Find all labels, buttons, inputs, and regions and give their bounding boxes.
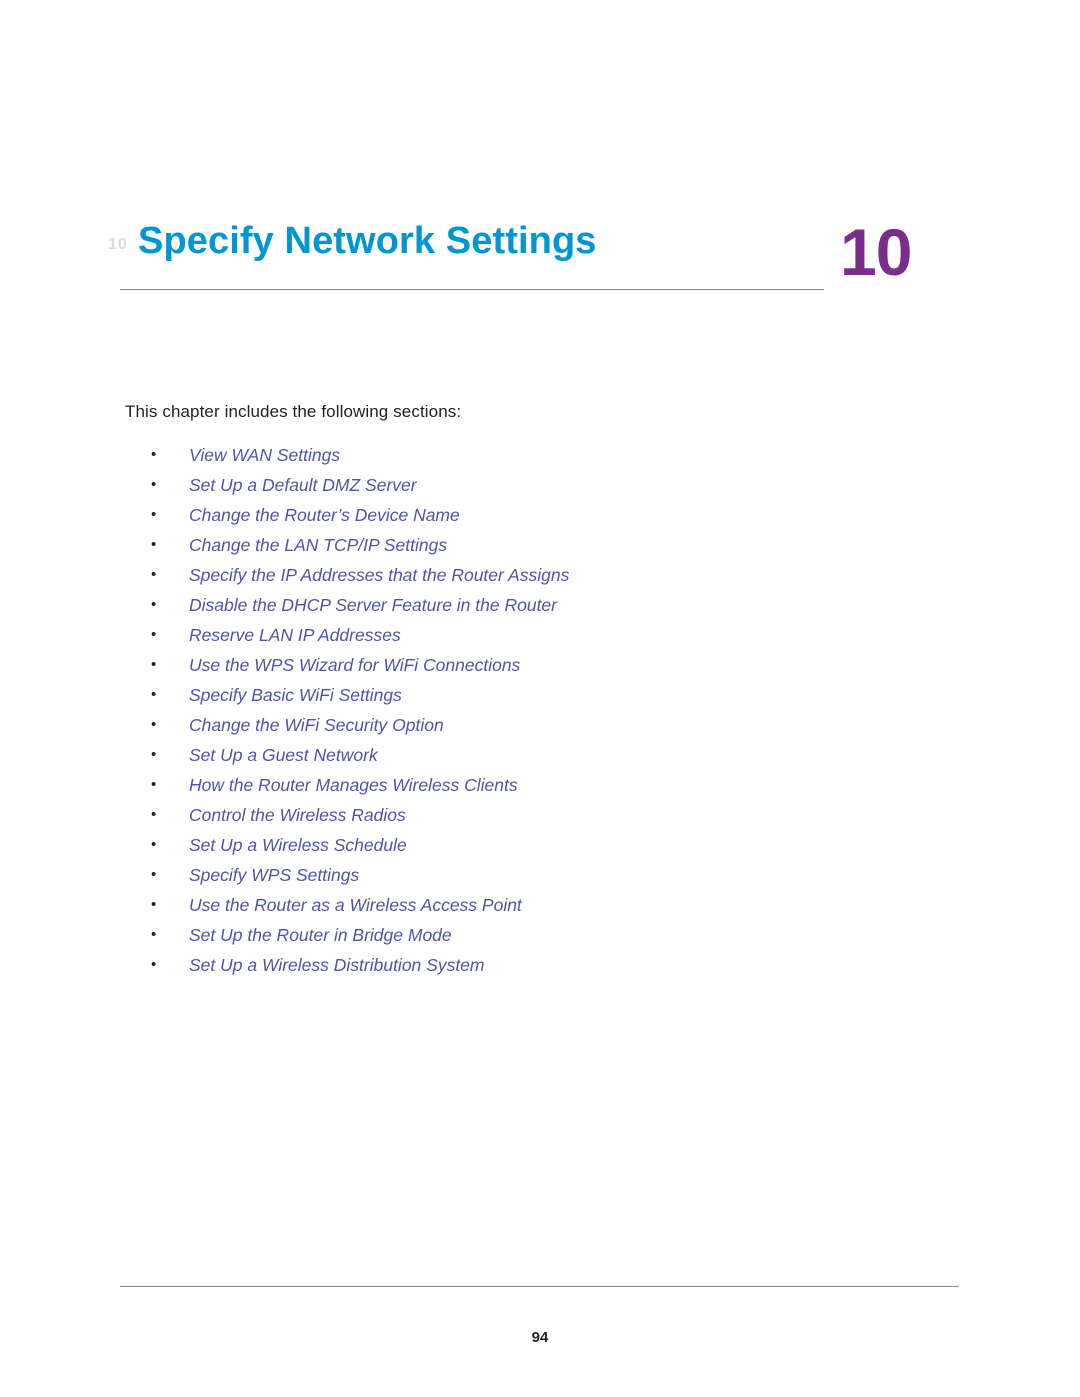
bullet-icon: • <box>151 926 157 943</box>
section-link[interactable]: Change the WiFi Security Option <box>189 715 444 735</box>
section-link[interactable]: Specify the IP Addresses that the Router… <box>189 565 569 585</box>
section-link-list: • View WAN Settings • Set Up a Default D… <box>125 440 925 980</box>
list-item[interactable]: • Set Up a Default DMZ Server <box>125 470 925 500</box>
list-item[interactable]: • Set Up a Wireless Schedule <box>125 830 925 860</box>
bullet-icon: • <box>151 686 157 703</box>
page-title: Specify Network Settings <box>138 220 597 262</box>
section-link[interactable]: Change the LAN TCP/IP Settings <box>189 535 447 555</box>
list-item[interactable]: • Specify the IP Addresses that the Rout… <box>125 560 925 590</box>
section-link[interactable]: How the Router Manages Wireless Clients <box>189 775 518 795</box>
bullet-icon: • <box>151 866 157 883</box>
section-link[interactable]: Set Up a Default DMZ Server <box>189 475 417 495</box>
list-item[interactable]: • Use the WPS Wizard for WiFi Connection… <box>125 650 925 680</box>
list-item[interactable]: • Specify WPS Settings <box>125 860 925 890</box>
bullet-icon: • <box>151 776 157 793</box>
bullet-icon: • <box>151 566 157 583</box>
list-item[interactable]: • Change the LAN TCP/IP Settings <box>125 530 925 560</box>
section-link[interactable]: Set Up a Wireless Distribution System <box>189 955 485 975</box>
intro-text: This chapter includes the following sect… <box>125 402 462 421</box>
section-link[interactable]: Control the Wireless Radios <box>189 805 406 825</box>
list-item[interactable]: • How the Router Manages Wireless Client… <box>125 770 925 800</box>
header-divider <box>120 289 824 290</box>
bullet-icon: • <box>151 896 157 913</box>
section-link[interactable]: Set Up the Router in Bridge Mode <box>189 925 452 945</box>
bullet-icon: • <box>151 446 157 463</box>
document-page: 10 Specify Network Settings 10 This chap… <box>0 0 1080 1397</box>
list-item[interactable]: • View WAN Settings <box>125 440 925 470</box>
bullet-icon: • <box>151 836 157 853</box>
section-link[interactable]: Set Up a Wireless Schedule <box>189 835 407 855</box>
bullet-icon: • <box>151 746 157 763</box>
bullet-icon: • <box>151 656 157 673</box>
bullet-icon: • <box>151 716 157 733</box>
list-item[interactable]: • Set Up the Router in Bridge Mode <box>125 920 925 950</box>
list-item[interactable]: • Change the WiFi Security Option <box>125 710 925 740</box>
chapter-header: 10 Specify Network Settings 10 <box>108 206 960 316</box>
footer-divider <box>120 1286 959 1287</box>
section-link[interactable]: Change the Router’s Device Name <box>189 505 460 525</box>
list-item[interactable]: • Set Up a Wireless Distribution System <box>125 950 925 980</box>
chapter-number: 10 <box>840 215 912 289</box>
list-item[interactable]: • Specify Basic WiFi Settings <box>125 680 925 710</box>
bullet-icon: • <box>151 626 157 643</box>
bullet-icon: • <box>151 476 157 493</box>
bullet-icon: • <box>151 596 157 613</box>
bullet-icon: • <box>151 806 157 823</box>
list-item[interactable]: • Change the Router’s Device Name <box>125 500 925 530</box>
section-link[interactable]: Specify WPS Settings <box>189 865 359 885</box>
section-link[interactable]: Disable the DHCP Server Feature in the R… <box>189 595 557 615</box>
section-link[interactable]: Use the Router as a Wireless Access Poin… <box>189 895 522 915</box>
chapter-watermark: 10 <box>108 236 128 253</box>
section-link[interactable]: Specify Basic WiFi Settings <box>189 685 402 705</box>
bullet-icon: • <box>151 536 157 553</box>
bullet-icon: • <box>151 506 157 523</box>
list-item[interactable]: • Control the Wireless Radios <box>125 800 925 830</box>
section-link[interactable]: Use the WPS Wizard for WiFi Connections <box>189 655 520 675</box>
bullet-icon: • <box>151 956 157 973</box>
list-item[interactable]: • Use the Router as a Wireless Access Po… <box>125 890 925 920</box>
page-number: 94 <box>531 1329 549 1346</box>
section-link[interactable]: Set Up a Guest Network <box>189 745 378 765</box>
list-item[interactable]: • Disable the DHCP Server Feature in the… <box>125 590 925 620</box>
list-item[interactable]: • Reserve LAN IP Addresses <box>125 620 925 650</box>
list-item[interactable]: • Set Up a Guest Network <box>125 740 925 770</box>
section-link[interactable]: Reserve LAN IP Addresses <box>189 625 401 645</box>
section-link[interactable]: View WAN Settings <box>189 445 340 465</box>
